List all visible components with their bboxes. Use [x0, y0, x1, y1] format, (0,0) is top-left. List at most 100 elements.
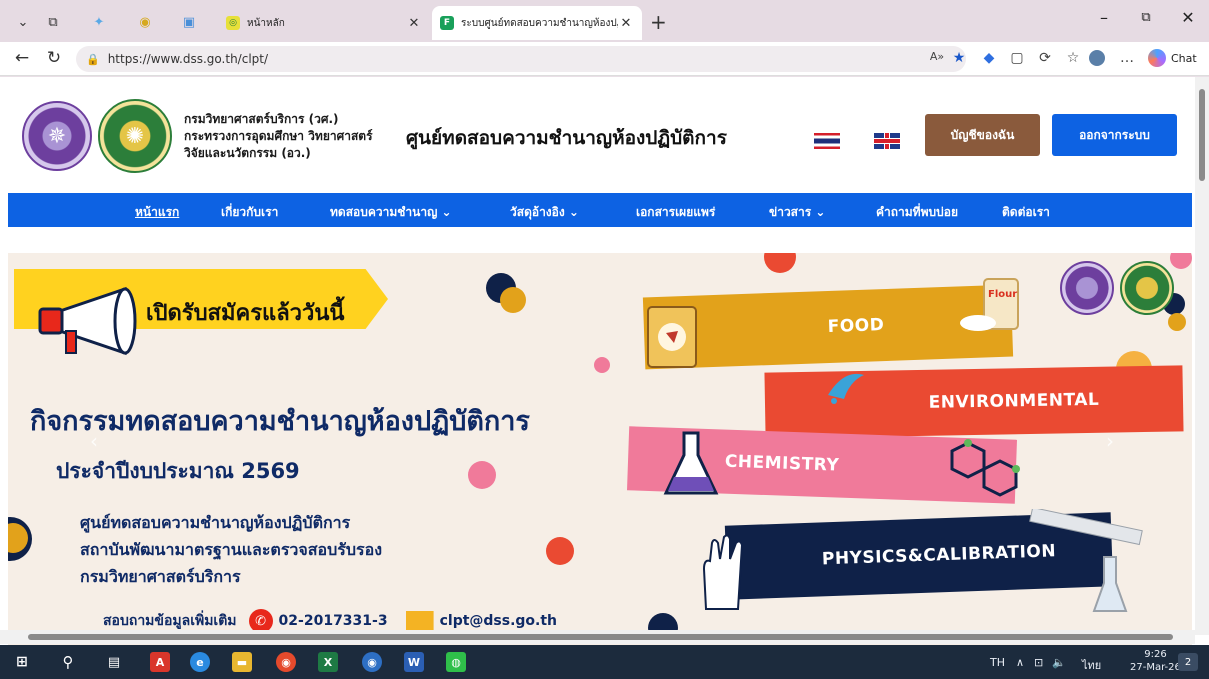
screenshot-button[interactable]: ▢ — [1006, 50, 1028, 66]
logout-button[interactable]: ออกจากระบบ — [1052, 114, 1177, 156]
pinned-tab-3[interactable]: ▣ — [178, 11, 200, 33]
page-viewport: ✵ ✺ กรมวิทยาศาสตร์บริการ (วศ.) กระทรวงกา… — [0, 77, 1209, 645]
my-account-button[interactable]: บัญชีของฉัน — [925, 114, 1040, 156]
excel-icon: X — [323, 655, 333, 669]
chat-label: Chat — [1171, 51, 1197, 65]
site-header: ✵ ✺ กรมวิทยาศาสตร์บริการ (วศ.) กระทรวงกา… — [8, 77, 1192, 193]
nav-proficiency-testing[interactable]: ทดสอบความชำนาญ ⌄ — [330, 203, 452, 222]
search-button[interactable]: ⚲ — [58, 652, 78, 672]
minimize-button[interactable]: – — [1089, 8, 1119, 27]
decor-dot — [468, 461, 496, 489]
new-tab-button[interactable]: + — [650, 10, 667, 34]
nav-about[interactable]: เกี่ยวกับเรา — [221, 203, 278, 222]
site-favicon-icon: ◎ — [226, 16, 240, 30]
chrome-taskbar[interactable]: ◉ — [276, 652, 296, 672]
chrome-profile-taskbar[interactable]: ◉ — [362, 652, 382, 672]
slide-prev-icon[interactable]: ‹ — [90, 429, 98, 453]
category-label: FOOD — [827, 315, 885, 338]
language-indicator[interactable]: TH — [990, 656, 1005, 669]
favorites-button[interactable]: ☆ — [1062, 50, 1084, 66]
main-navigation: หน้าแรก เกี่ยวกับเรา ทดสอบความชำนาญ ⌄ วั… — [8, 193, 1192, 227]
close-window-button[interactable]: ✕ — [1173, 8, 1203, 27]
favorite-button[interactable]: ★ — [948, 50, 970, 66]
vertical-scrollbar[interactable] — [1195, 77, 1209, 635]
decor-dot — [1168, 313, 1186, 331]
line-icon: ◍ — [451, 655, 461, 669]
horizontal-scrollbar[interactable] — [0, 630, 1195, 644]
ruler-icon — [1029, 509, 1143, 546]
volume-icon[interactable]: 🔈 — [1052, 656, 1066, 669]
nav-publications[interactable]: เอกสารเผยแพร่ — [636, 203, 715, 222]
flask-icon — [663, 431, 719, 495]
molecule-icon — [950, 439, 1020, 497]
dept-line-3: วิจัยและนวัตกรรม (อว.) — [184, 146, 311, 160]
phone-number: 02-2017331-3 — [278, 613, 388, 629]
arrow-left-icon: ← — [14, 48, 30, 68]
department-name: กรมวิทยาศาสตร์บริการ (วศ.) กระทรวงการอุด… — [184, 111, 373, 162]
tab-clpt[interactable]: F ระบบศูนย์ทดสอบความชำนาญห้องปฏิบัติ ✕ — [432, 6, 642, 40]
line-taskbar[interactable]: ◍ — [446, 652, 466, 672]
edge-taskbar[interactable]: e — [190, 652, 210, 672]
workspaces-button[interactable]: ⧉ — [42, 11, 64, 33]
nav-reference-materials[interactable]: วัสดุอ้างอิง ⌄ — [510, 203, 579, 222]
gloves-icon — [702, 534, 744, 610]
refresh-icon: ↻ — [46, 48, 62, 68]
chrome-icon: ◉ — [281, 655, 291, 669]
tab-strip: ⌄ ⧉ ✦ ◉ ▣ ◎ หน้าหลัก ✕ F ระบบศูนย์ทดสอบค… — [0, 0, 1209, 42]
read-aloud-button[interactable]: A» — [926, 50, 948, 63]
nav-contact[interactable]: ติดต่อเรา — [1002, 203, 1050, 222]
nav-faq[interactable]: คำถามที่พบบ่อย — [876, 203, 958, 222]
sparkle-icon: ✦ — [93, 14, 105, 30]
acrobat-taskbar[interactable]: A — [150, 652, 170, 672]
start-button[interactable]: ⊞ — [12, 652, 32, 672]
pinned-tab-1[interactable]: ✦ — [88, 11, 110, 33]
decor-dot — [1170, 253, 1192, 269]
hero-banner[interactable]: เปิดรับสมัครแล้ววันนี้ กิจกรรมทดสอบความช… — [8, 253, 1192, 645]
profile-button[interactable] — [1086, 50, 1108, 70]
tab-close-icon[interactable]: ✕ — [406, 16, 422, 31]
nav-home[interactable]: หน้าแรก — [135, 203, 179, 222]
open-registration-text: เปิดรับสมัครแล้ววันนี้ — [146, 301, 345, 326]
edge-icon: e — [196, 655, 204, 669]
address-bar[interactable]: 🔒 https://www.dss.go.th/clpt/ — [76, 46, 966, 72]
slide-next-icon[interactable]: › — [1106, 429, 1114, 453]
scroll-thumb[interactable] — [28, 634, 1173, 640]
scroll-thumb[interactable] — [1199, 89, 1205, 181]
extension-button[interactable]: ◆ — [978, 50, 1000, 66]
excel-taskbar[interactable]: X — [318, 652, 338, 672]
flour-label: Flour — [988, 289, 1017, 300]
nav-news[interactable]: ข่าวสาร ⌄ — [769, 203, 825, 222]
nav-label: วัสดุอ้างอิง — [510, 205, 565, 219]
water-splash-icon — [828, 373, 864, 404]
copilot-chat-button[interactable]: Chat — [1148, 49, 1197, 67]
tab-actions-button[interactable]: ⌄ — [12, 11, 34, 33]
thai-language-flag[interactable] — [814, 133, 840, 149]
ministry-logo[interactable]: ✺ — [98, 99, 172, 173]
tab-close-icon[interactable]: ✕ — [618, 16, 634, 31]
word-taskbar[interactable]: W — [404, 652, 424, 672]
back-button[interactable]: ← — [10, 48, 34, 68]
windows-taskbar: ⊞ ⚲ ▤ A e ▬ ◉ X ◉ W ◍ TH ∧ ⊡ 🔈 ไทย 9:26 … — [0, 645, 1209, 679]
refresh-button[interactable]: ↻ — [42, 48, 66, 68]
banner-ministry-logo — [1120, 261, 1174, 315]
tab-title: ระบบศูนย์ทดสอบความชำนาญห้องปฏิบัติ — [461, 17, 618, 29]
extensions-button[interactable]: ⟳ — [1034, 50, 1056, 66]
dss-logo[interactable]: ✵ — [22, 101, 92, 171]
pinned-tab-2[interactable]: ◉ — [134, 11, 156, 33]
ime-indicator[interactable]: ไทย — [1082, 656, 1101, 674]
circle-app-icon: ◉ — [139, 14, 151, 30]
file-explorer-taskbar[interactable]: ▬ — [232, 652, 252, 672]
notification-center-button[interactable]: 2 — [1178, 653, 1198, 671]
plus-icon: + — [650, 10, 667, 34]
task-view-button[interactable]: ▤ — [104, 652, 124, 672]
system-clock[interactable]: 9:26 27-Mar-26 — [1130, 648, 1181, 674]
tab-home[interactable]: ◎ หน้าหลัก ✕ — [218, 6, 430, 40]
star-icon: ★ — [952, 50, 966, 66]
network-icon[interactable]: ⊡ — [1034, 656, 1043, 669]
english-language-flag[interactable] — [874, 133, 900, 149]
restore-button[interactable]: ⧉ — [1131, 10, 1161, 25]
category-label: ENVIRONMENTAL — [928, 389, 1100, 413]
measuring-flask-icon — [1092, 556, 1128, 612]
more-button[interactable]: … — [1116, 50, 1138, 66]
tray-chevron-icon[interactable]: ∧ — [1016, 656, 1024, 669]
